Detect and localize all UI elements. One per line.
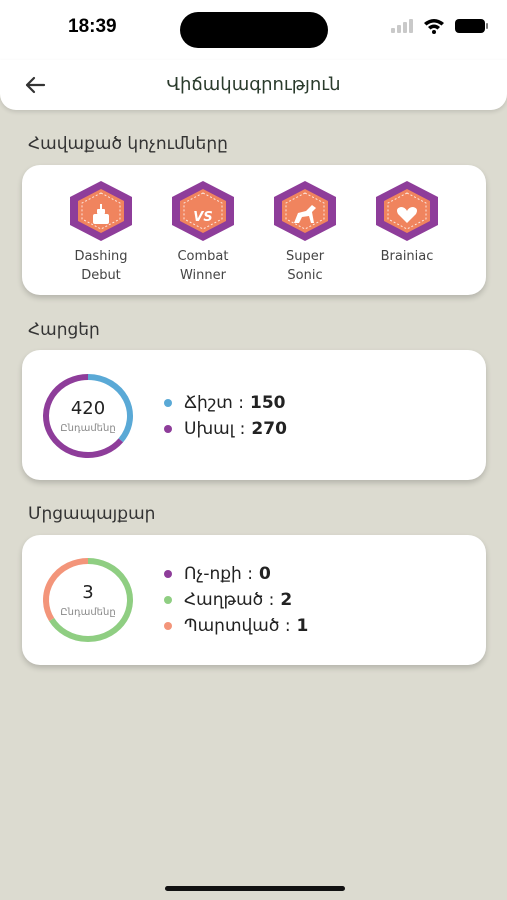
badge-3[interactable]: Brainiac [370, 179, 444, 285]
tournament-legend-item: Պարտված :1 [164, 613, 308, 639]
app-header: Վիճակագրություն [0, 60, 507, 110]
legend-dot [164, 399, 172, 407]
tournament-title: Մրցապայքար [28, 504, 156, 524]
questions-donut: 420 Ընդամենը [40, 371, 136, 461]
horse-icon [274, 181, 336, 241]
tournament-legend-item: Հաղթած :2 [164, 587, 308, 613]
tournament-legend-item: Ոչ-ոքի :0 [164, 561, 308, 587]
tournament-total-caption: Ընդամենը [60, 607, 116, 618]
wifi-icon [424, 19, 444, 34]
questions-card: 420 Ընդամենը Ճիշտ :150 Սխալ :270 [22, 350, 486, 480]
badge-1[interactable]: VS Combat Winner [166, 179, 240, 285]
legend-dot [164, 570, 172, 578]
legend-value: 1 [296, 616, 309, 636]
tournament-legend: Ոչ-ոքի :0 Հաղթած :2 Պարտված :1 [164, 561, 308, 639]
badge-2[interactable]: Super Sonic [268, 179, 342, 285]
badge-label: Super Sonic [285, 249, 325, 283]
legend-label: Պարտված : [184, 616, 291, 636]
dynamic-island [180, 12, 328, 48]
status-icons [391, 18, 488, 34]
achievements-title: Հավաքած կոչումները [28, 134, 228, 154]
svg-text:VS: VS [193, 210, 212, 225]
questions-title: Հարցեր [28, 320, 100, 340]
badge-list: Dashing Debut VS Combat Winner Super Sonic B… [22, 165, 486, 285]
home-indicator[interactable] [165, 886, 345, 891]
questions-total-caption: Ընդամենը [60, 423, 116, 434]
badge-label: Brainiac [380, 249, 434, 264]
badge-label: Dashing Debut [74, 249, 128, 283]
page-title: Վիճակագրություն [166, 74, 341, 95]
legend-value: 150 [249, 393, 286, 413]
legend-dot [164, 425, 172, 433]
legend-dot [164, 596, 172, 604]
tournament-donut: 3 Ընդամենը [40, 555, 136, 645]
legend-label: Սխալ : [184, 419, 246, 439]
legend-label: Ճիշտ : [184, 393, 244, 413]
battery-icon [455, 19, 488, 33]
tournament-card: 3 Ընդամենը Ոչ-ոքի :0 Հաղթած :2 Պարտված :1 [22, 535, 486, 665]
legend-label: Ոչ-ոքի : [184, 564, 253, 584]
tournament-total: 3 [82, 582, 94, 603]
heart-icon [376, 181, 438, 241]
status-bar: 18:39 [0, 0, 507, 60]
legend-value: 0 [258, 564, 271, 584]
questions-total: 420 [70, 398, 106, 419]
questions-legend-item: Սխալ :270 [164, 416, 287, 442]
legend-dot [164, 622, 172, 630]
badge-0[interactable]: Dashing Debut [64, 179, 138, 285]
questions-legend: Ճիշտ :150 Սխալ :270 [164, 390, 287, 442]
status-time: 18:39 [68, 16, 117, 37]
legend-label: Հաղթած : [184, 590, 275, 610]
badge-label: Combat Winner [177, 249, 229, 283]
versus-icon: VS [172, 181, 234, 241]
cake-icon [70, 181, 132, 241]
legend-value: 270 [251, 419, 287, 439]
signal-icon [391, 19, 413, 33]
legend-value: 2 [280, 590, 293, 610]
questions-legend-item: Ճիշտ :150 [164, 390, 287, 416]
achievements-card: Dashing Debut VS Combat Winner Super Sonic B… [22, 165, 486, 295]
